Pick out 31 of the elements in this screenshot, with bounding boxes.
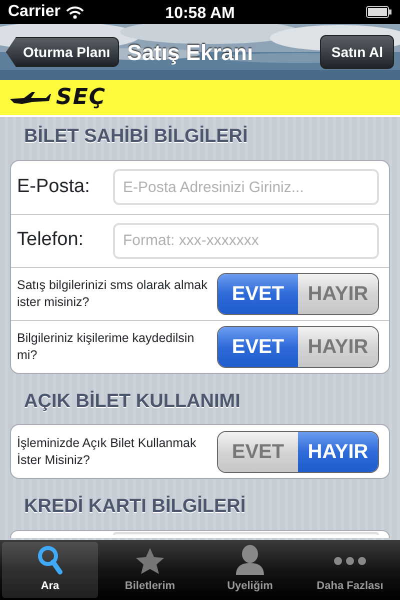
segment-option[interactable]: EVET [218,326,298,366]
tab-bar-item[interactable]: Ara [2,542,98,598]
screen-title: Satış Ekranı [127,38,254,67]
tab-bar-item[interactable]: Daha Fazlası [302,542,398,598]
question-label: Satış bilgilerinizi sms olarak almak ister misiniz? [17,276,208,310]
section-header: BİLET SAHİBİ BİLGİLERİ [23,124,249,149]
input-field[interactable] [113,532,379,535]
question-label: İşleminizde Açık Bilet Kullanmak İster Misiniz? [17,434,198,468]
input-field[interactable]: E-Posta Adresinizi Giriniz... [113,169,379,205]
segment-option[interactable]: EVET [218,274,298,314]
buy-button[interactable]: Satın Al [320,35,394,69]
field-label: E-Posta: [17,174,91,199]
person-icon [234,542,266,574]
star-icon [135,546,165,574]
tab-bar-item[interactable]: Biletlerim [102,542,198,598]
question-label: Bilgileriniz kişilerime kaydedilsin mi? [17,330,196,364]
field-label: Telefon: [17,228,85,252]
search-icon [37,544,63,574]
logo-text: SEÇ [56,84,106,112]
input-field[interactable]: Format: xxx-xxxxxxx [113,222,379,258]
back-button[interactable]: Oturma Planı [6,37,120,67]
tab-bar-item[interactable]: Uyeliğim [202,542,298,598]
section-header: KREDİ KARTI BİLGİLERİ [23,494,247,519]
airplane-icon [8,90,52,106]
wifi-icon [66,6,84,18]
battery-icon [366,6,392,18]
segment-option[interactable]: HAYIR [298,432,378,472]
carrier-label: Carrier [8,2,60,22]
more-icon [333,556,367,566]
section-header: AÇIK BİLET KULLANIMI [23,390,242,414]
time-label: 10:58 AM [165,5,235,22]
